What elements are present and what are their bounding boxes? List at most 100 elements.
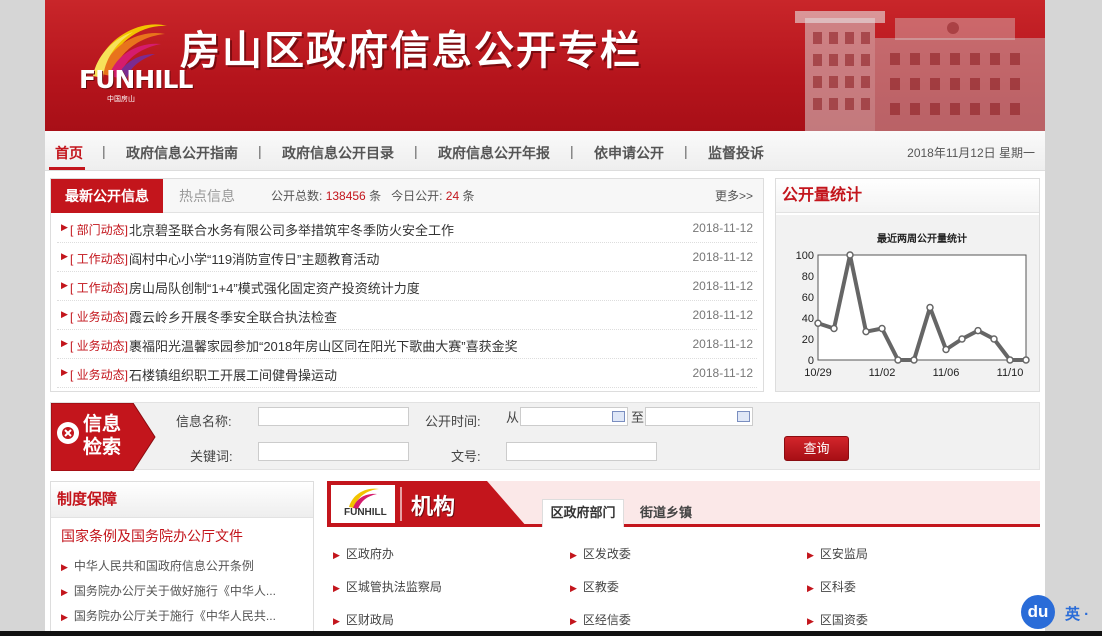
news-title[interactable]: 阎村中心小学“119消防宣传日”主题教育活动 [129, 249, 379, 268]
nav-catalog[interactable]: 政府信息公开目录 [282, 143, 394, 163]
data-point [878, 324, 886, 333]
y-tick-label: 80 [802, 271, 814, 283]
news-title[interactable]: 石楼镇组织职工开展工间健骨操运动 [129, 365, 337, 384]
data-point [814, 319, 822, 327]
total-unit: 条 [369, 189, 382, 203]
query-button[interactable]: 查询 [784, 436, 849, 461]
news-date: 2018-11-12 [692, 337, 754, 351]
news-category[interactable]: [ 工作动态] [70, 279, 128, 296]
nav-complaint[interactable]: 监督投诉 [708, 143, 764, 163]
tab-district-departments[interactable]: 区政府部门 [542, 499, 624, 527]
org-item[interactable]: ▶ 区科委 [807, 578, 856, 595]
government-building-image [795, 11, 1045, 131]
org-item[interactable]: ▶ 区发改委 [570, 545, 631, 562]
tab-hot[interactable]: 热点信息 [179, 179, 235, 213]
badge-line-2: 检索 [83, 437, 122, 458]
news-category[interactable]: [ 业务动态] [70, 366, 128, 383]
news-item[interactable]: ▶ [ 工作动态] 阎村中心小学“119消防宣传日”主题教育活动 2018-11… [57, 243, 757, 272]
system-item[interactable]: ▶ 国务院办公厅关于施行《中华人民共... [61, 607, 276, 624]
tab-streets-towns[interactable]: 街道乡镇 [640, 499, 692, 527]
calendar-icon[interactable] [612, 411, 625, 422]
input-language-indicator[interactable]: 英 · [1065, 603, 1089, 624]
org-item[interactable]: ▶ 区国资委 [807, 611, 868, 628]
docno-input[interactable] [506, 442, 657, 461]
nav-apply[interactable]: 依申请公开 [594, 143, 664, 163]
data-point [1006, 356, 1014, 364]
news-date: 2018-11-12 [692, 308, 754, 322]
system-item[interactable]: ▶ 中华人民共和国政府信息公开条例 [61, 557, 254, 574]
news-item[interactable]: ▶ [ 业务动态] 裹福阳光温馨家园参加“2018年房山区同在阳光下歌曲大赛”喜… [57, 330, 757, 359]
org-item-label[interactable]: 区经信委 [583, 613, 631, 627]
news-title[interactable]: 房山局队创制“1+4”模式强化固定资产投资统计力度 [129, 278, 420, 297]
arrow-right-icon: ▶ [61, 587, 68, 597]
org-item-label[interactable]: 区发改委 [583, 547, 631, 561]
news-more-link[interactable]: 更多>> [715, 179, 753, 213]
org-item[interactable]: ▶ 区政府办 [333, 545, 394, 562]
header-banner: FUNHILL 中国房山 房山区政府信息公开专栏 [45, 0, 1045, 131]
org-item[interactable]: ▶ 区财政局 [333, 611, 394, 628]
arrow-right-icon: ▶ [61, 251, 68, 261]
calendar-icon[interactable] [737, 411, 750, 422]
badge-line-1: 信息 [83, 414, 122, 435]
data-point [958, 335, 966, 343]
news-category[interactable]: [ 工作动态] [70, 250, 128, 267]
news-category[interactable]: [ 部门动态] [70, 221, 128, 238]
news-title[interactable]: 裹福阳光温馨家园参加“2018年房山区同在阳光下歌曲大赛”喜获金奖 [129, 336, 518, 355]
news-title[interactable]: 北京碧圣联合水务有限公司多举措筑牢冬季防火安全工作 [129, 220, 454, 239]
x-tick-label: 11/10 [997, 367, 1024, 379]
arrow-right-icon: ▶ [61, 612, 68, 622]
tab-latest[interactable]: 最新公开信息 [51, 179, 163, 213]
news-stats: 公开总数: 138456 条 今日公开: 24 条 [271, 179, 475, 213]
arrow-right-icon: ▶ [570, 583, 577, 593]
news-item[interactable]: ▶ [ 业务动态] 霞云岭乡开展冬季安全联合执法检查 2018-11-12 [57, 301, 757, 330]
data-point [926, 303, 934, 312]
news-item[interactable]: ▶ [ 工作动态] 房山局队创制“1+4”模式强化固定资产投资统计力度 2018… [57, 272, 757, 301]
nav-annual-report[interactable]: 政府信息公开年报 [438, 143, 550, 163]
data-point [910, 356, 918, 364]
nav-home[interactable]: 首页 [55, 143, 83, 163]
name-input[interactable] [258, 407, 409, 426]
bottom-bar [0, 631, 1102, 636]
arrow-right-icon: ▶ [333, 616, 340, 626]
system-item[interactable]: ▶ 国务院办公厅关于做好施行《中华人... [61, 582, 276, 599]
news-category[interactable]: [ 业务动态] [70, 337, 128, 354]
news-category[interactable]: [ 业务动态] [70, 308, 128, 325]
org-item-label[interactable]: 区财政局 [346, 613, 394, 627]
baidu-du-icon[interactable]: du [1021, 595, 1055, 629]
arrow-right-icon: ▶ [807, 583, 814, 593]
banner-title: 房山区政府信息公开专栏 [180, 28, 642, 74]
org-item-label[interactable]: 区安监局 [820, 547, 868, 561]
nav-separator: | [684, 143, 688, 159]
publish-stats-panel: 公开量统计 最近两周公开量统计 0 20 40 60 80 100 10/29 11/02 11/… [775, 178, 1040, 392]
news-item[interactable]: ▶ [ 部门动态] 北京碧圣联合水务有限公司多举措筑牢冬季防火安全工作 2018… [57, 214, 757, 243]
keyword-input[interactable] [258, 442, 409, 461]
org-item-label[interactable]: 区政府办 [346, 547, 394, 561]
org-item[interactable]: ▶ 区安监局 [807, 545, 868, 562]
org-item[interactable]: ▶ 区城管执法监察局 [333, 578, 442, 595]
baidu-input-widget[interactable]: du 英 · [1021, 595, 1102, 631]
system-subheading[interactable]: 国家条例及国务院办公厅文件 [61, 526, 243, 546]
org-item-label[interactable]: 区城管执法监察局 [346, 580, 442, 594]
org-item-label[interactable]: 区科委 [820, 580, 856, 594]
nav-guide[interactable]: 政府信息公开指南 [126, 143, 238, 163]
system-item-label[interactable]: 中华人民共和国政府信息公开条例 [74, 559, 254, 573]
search-badge-text: 信息 检索 [83, 413, 121, 459]
name-label: 信息名称: [176, 414, 232, 429]
arrow-right-icon: ▶ [570, 550, 577, 560]
org-item[interactable]: ▶ 区经信委 [570, 611, 631, 628]
arrow-right-icon: ▶ [61, 338, 68, 348]
nav-active-indicator [49, 167, 85, 170]
org-item[interactable]: ▶ 区教委 [570, 578, 619, 595]
system-item-label[interactable]: 国务院办公厅关于做好施行《中华人... [74, 584, 276, 598]
system-item-label[interactable]: 国务院办公厅关于施行《中华人民共... [74, 609, 276, 623]
data-point [862, 327, 870, 336]
organization-panel: FUNHILL 机构 区政府部门 街道乡镇 ▶ 区政府办 ▶ 区发改委 ▶ 区安监局 … [327, 481, 1040, 636]
x-tick-label: 10/29 [804, 367, 832, 379]
org-item-label[interactable]: 区国资委 [820, 613, 868, 627]
org-item-label[interactable]: 区教委 [583, 580, 619, 594]
logo-subtext: 中国房山 [107, 96, 135, 103]
news-title[interactable]: 霞云岭乡开展冬季安全联合执法检查 [129, 307, 337, 326]
total-label: 公开总数: [271, 189, 323, 203]
news-item[interactable]: ▶ [ 业务动态] 石楼镇组织职工开展工间健骨操运动 2018-11-12 [57, 359, 757, 388]
total-count: 138456 [325, 189, 366, 203]
